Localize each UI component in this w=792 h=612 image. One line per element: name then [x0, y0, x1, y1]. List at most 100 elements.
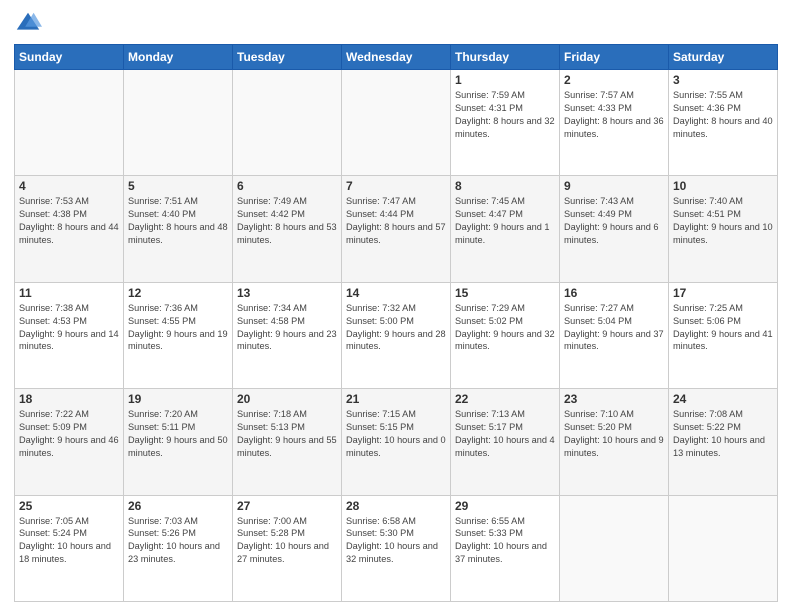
weekday-header-tuesday: Tuesday: [233, 45, 342, 70]
day-number: 5: [128, 179, 228, 193]
week-row-5: 25Sunrise: 7:05 AMSunset: 5:24 PMDayligh…: [15, 495, 778, 601]
calendar-cell: 10 Sunrise: 7:40 AMSunset: 4:51 PMDayligh…: [669, 176, 778, 282]
calendar-cell: 27 Sunrise: 7:00 AMSunset: 5:28 PMDayligh…: [233, 495, 342, 601]
weekday-header-wednesday: Wednesday: [342, 45, 451, 70]
calendar-cell: 22 Sunrise: 7:13 AMSunset: 5:17 PMDayligh…: [451, 389, 560, 495]
day-info: Sunrise: 7:40 AMSunset: 4:51 PMDaylight:…: [673, 195, 773, 247]
day-number: 16: [564, 286, 664, 300]
day-info: Sunrise: 6:55 AMSunset: 5:33 PMDaylight:…: [455, 515, 555, 567]
day-info: Sunrise: 7:15 AMSunset: 5:15 PMDaylight:…: [346, 408, 446, 460]
day-info: Sunrise: 7:34 AMSunset: 4:58 PMDaylight:…: [237, 302, 337, 354]
day-info: Sunrise: 7:18 AMSunset: 5:13 PMDaylight:…: [237, 408, 337, 460]
day-info: Sunrise: 7:22 AMSunset: 5:09 PMDaylight:…: [19, 408, 119, 460]
day-info: Sunrise: 7:36 AMSunset: 4:55 PMDaylight:…: [128, 302, 228, 354]
day-number: 3: [673, 73, 773, 87]
day-info: Sunrise: 7:59 AMSunset: 4:31 PMDaylight:…: [455, 89, 555, 141]
calendar-cell: 20 Sunrise: 7:18 AMSunset: 5:13 PMDayligh…: [233, 389, 342, 495]
day-number: 1: [455, 73, 555, 87]
calendar-cell: 18 Sunrise: 7:22 AMSunset: 5:09 PMDayligh…: [15, 389, 124, 495]
day-number: 29: [455, 499, 555, 513]
day-info: Sunrise: 7:13 AMSunset: 5:17 PMDaylight:…: [455, 408, 555, 460]
day-info: Sunrise: 7:47 AMSunset: 4:44 PMDaylight:…: [346, 195, 446, 247]
calendar-body: 1 Sunrise: 7:59 AMSunset: 4:31 PMDaylight…: [15, 70, 778, 602]
day-info: Sunrise: 7:53 AMSunset: 4:38 PMDaylight:…: [19, 195, 119, 247]
weekday-header-friday: Friday: [560, 45, 669, 70]
day-info: Sunrise: 7:27 AMSunset: 5:04 PMDaylight:…: [564, 302, 664, 354]
top-section: [14, 10, 778, 38]
day-number: 2: [564, 73, 664, 87]
day-info: Sunrise: 7:10 AMSunset: 5:20 PMDaylight:…: [564, 408, 664, 460]
calendar-cell: 21 Sunrise: 7:15 AMSunset: 5:15 PMDayligh…: [342, 389, 451, 495]
day-number: 23: [564, 392, 664, 406]
weekday-header-thursday: Thursday: [451, 45, 560, 70]
calendar-cell: 2Sunrise: 7:57 AMSunset: 4:33 PMDaylight…: [560, 70, 669, 176]
day-info: Sunrise: 6:58 AMSunset: 5:30 PMDaylight:…: [346, 515, 446, 567]
calendar-cell: 19 Sunrise: 7:20 AMSunset: 5:11 PMDayligh…: [124, 389, 233, 495]
day-info: Sunrise: 7:25 AMSunset: 5:06 PMDaylight:…: [673, 302, 773, 354]
day-number: 12: [128, 286, 228, 300]
day-info: Sunrise: 7:00 AMSunset: 5:28 PMDaylight:…: [237, 515, 337, 567]
calendar-cell: 5 Sunrise: 7:51 AMSunset: 4:40 PMDaylight…: [124, 176, 233, 282]
day-number: 13: [237, 286, 337, 300]
week-row-3: 11 Sunrise: 7:38 AMSunset: 4:53 PMDayligh…: [15, 282, 778, 388]
logo: [14, 10, 46, 38]
day-info: Sunrise: 7:51 AMSunset: 4:40 PMDaylight:…: [128, 195, 228, 247]
calendar-cell: 11 Sunrise: 7:38 AMSunset: 4:53 PMDayligh…: [15, 282, 124, 388]
day-info: Sunrise: 7:45 AMSunset: 4:47 PMDaylight:…: [455, 195, 555, 247]
calendar-cell: [560, 495, 669, 601]
day-number: 17: [673, 286, 773, 300]
day-number: 8: [455, 179, 555, 193]
calendar-cell: 23 Sunrise: 7:10 AMSunset: 5:20 PMDayligh…: [560, 389, 669, 495]
logo-icon: [14, 10, 42, 38]
day-number: 27: [237, 499, 337, 513]
calendar-cell: 7 Sunrise: 7:47 AMSunset: 4:44 PMDaylight…: [342, 176, 451, 282]
day-info: Sunrise: 7:08 AMSunset: 5:22 PMDaylight:…: [673, 408, 773, 460]
calendar-cell: 29 Sunrise: 6:55 AMSunset: 5:33 PMDayligh…: [451, 495, 560, 601]
calendar-cell: 28 Sunrise: 6:58 AMSunset: 5:30 PMDayligh…: [342, 495, 451, 601]
day-number: 28: [346, 499, 446, 513]
day-number: 20: [237, 392, 337, 406]
weekday-header-sunday: Sunday: [15, 45, 124, 70]
week-row-4: 18 Sunrise: 7:22 AMSunset: 5:09 PMDayligh…: [15, 389, 778, 495]
weekday-header-monday: Monday: [124, 45, 233, 70]
day-number: 10: [673, 179, 773, 193]
calendar-cell: 12 Sunrise: 7:36 AMSunset: 4:55 PMDayligh…: [124, 282, 233, 388]
day-number: 22: [455, 392, 555, 406]
day-number: 26: [128, 499, 228, 513]
day-number: 14: [346, 286, 446, 300]
day-number: 4: [19, 179, 119, 193]
day-info: Sunrise: 7:32 AMSunset: 5:00 PMDaylight:…: [346, 302, 446, 354]
day-number: 15: [455, 286, 555, 300]
calendar-cell: [124, 70, 233, 176]
day-number: 6: [237, 179, 337, 193]
calendar-cell: 17 Sunrise: 7:25 AMSunset: 5:06 PMDayligh…: [669, 282, 778, 388]
week-row-1: 1 Sunrise: 7:59 AMSunset: 4:31 PMDaylight…: [15, 70, 778, 176]
calendar-header: SundayMondayTuesdayWednesdayThursdayFrid…: [15, 45, 778, 70]
calendar-cell: 24 Sunrise: 7:08 AMSunset: 5:22 PMDayligh…: [669, 389, 778, 495]
day-info: Sunrise: 7:03 AMSunset: 5:26 PMDaylight:…: [128, 515, 228, 567]
day-number: 21: [346, 392, 446, 406]
calendar-cell: 8 Sunrise: 7:45 AMSunset: 4:47 PMDaylight…: [451, 176, 560, 282]
day-info: Sunrise: 7:20 AMSunset: 5:11 PMDaylight:…: [128, 408, 228, 460]
weekday-header-saturday: Saturday: [669, 45, 778, 70]
day-number: 7: [346, 179, 446, 193]
day-number: 24: [673, 392, 773, 406]
page: SundayMondayTuesdayWednesdayThursdayFrid…: [0, 0, 792, 612]
day-number: 11: [19, 286, 119, 300]
day-info: Sunrise: 7:29 AMSunset: 5:02 PMDaylight:…: [455, 302, 555, 354]
calendar-cell: 4 Sunrise: 7:53 AMSunset: 4:38 PMDaylight…: [15, 176, 124, 282]
weekday-header-row: SundayMondayTuesdayWednesdayThursdayFrid…: [15, 45, 778, 70]
calendar-cell: [15, 70, 124, 176]
calendar-cell: 9 Sunrise: 7:43 AMSunset: 4:49 PMDaylight…: [560, 176, 669, 282]
calendar-cell: 15 Sunrise: 7:29 AMSunset: 5:02 PMDayligh…: [451, 282, 560, 388]
week-row-2: 4 Sunrise: 7:53 AMSunset: 4:38 PMDaylight…: [15, 176, 778, 282]
day-info: Sunrise: 7:38 AMSunset: 4:53 PMDaylight:…: [19, 302, 119, 354]
calendar-cell: [669, 495, 778, 601]
calendar-cell: 26 Sunrise: 7:03 AMSunset: 5:26 PMDayligh…: [124, 495, 233, 601]
day-number: 9: [564, 179, 664, 193]
day-number: 19: [128, 392, 228, 406]
calendar-cell: 25Sunrise: 7:05 AMSunset: 5:24 PMDayligh…: [15, 495, 124, 601]
calendar-cell: 1 Sunrise: 7:59 AMSunset: 4:31 PMDaylight…: [451, 70, 560, 176]
day-number: 18: [19, 392, 119, 406]
day-info: Sunrise: 7:43 AMSunset: 4:49 PMDaylight:…: [564, 195, 664, 247]
